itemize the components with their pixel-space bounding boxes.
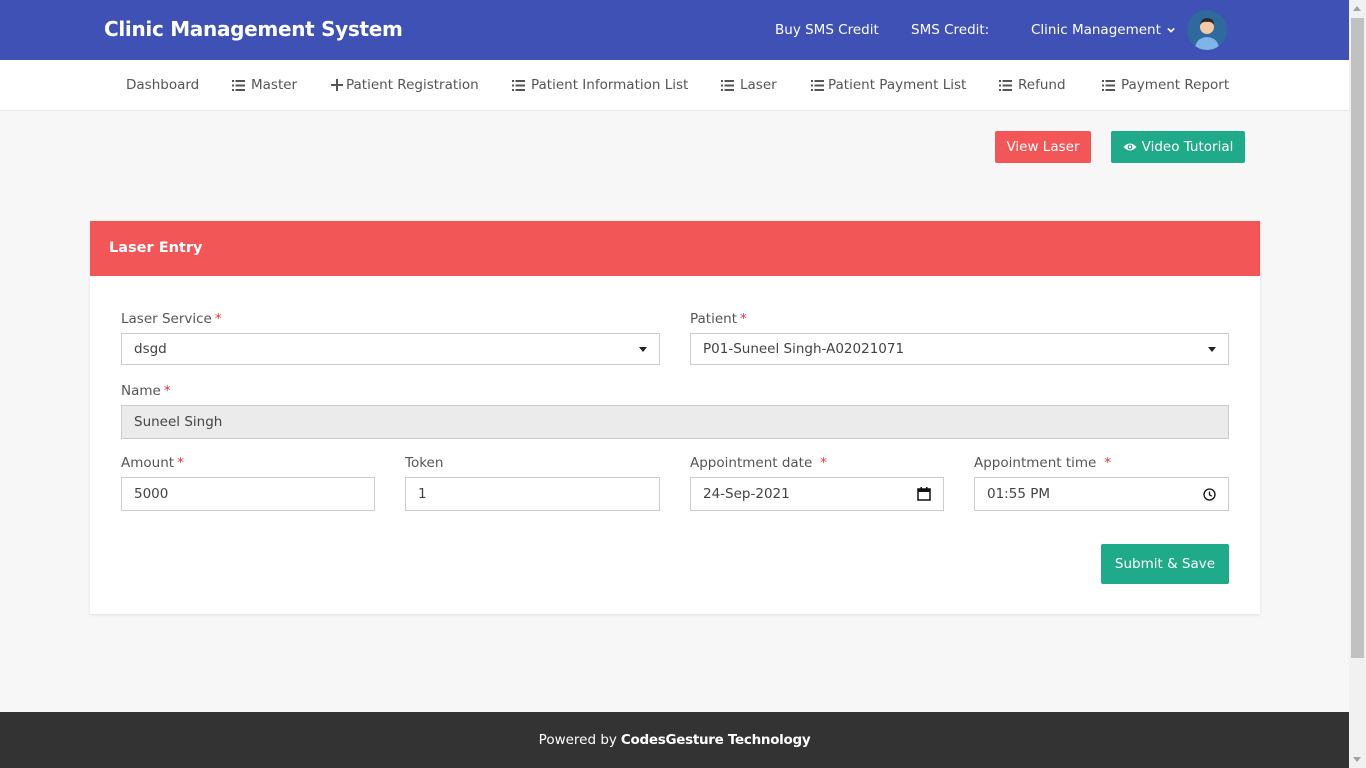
clock-icon[interactable] (1203, 487, 1216, 501)
appointment-time-value: 01:55 PM (987, 486, 1050, 502)
user-avatar-icon (1187, 10, 1227, 50)
required-mark: * (820, 455, 828, 471)
nav-label: Patient Information List (531, 77, 689, 93)
list-icon (721, 79, 734, 91)
card-header: Laser Entry (90, 221, 1260, 276)
nav-payment-report[interactable]: Payment Report (1102, 77, 1229, 93)
nav-label: Master (251, 77, 298, 93)
footer-prefix: Powered by (538, 732, 617, 748)
required-mark: * (163, 383, 171, 399)
token-input[interactable]: 1 (405, 477, 660, 511)
label-text: Name (121, 383, 161, 399)
nav-label: Patient Payment List (828, 77, 967, 93)
top-header: Clinic Management System Buy SMS Credit … (0, 0, 1349, 60)
caret-down-icon (639, 346, 647, 352)
laser-service-label: Laser Service * (121, 311, 222, 327)
submit-save-label: Submit & Save (1114, 556, 1216, 572)
label-text: Token (405, 455, 444, 471)
amount-input[interactable]: 5000 (121, 477, 375, 511)
user-menu-label: Clinic Management (1031, 22, 1161, 38)
token-value: 1 (418, 486, 427, 502)
vertical-scrollbar[interactable] (1349, 0, 1366, 768)
nav-label: Payment Report (1121, 77, 1230, 93)
eye-icon (1123, 143, 1137, 151)
appointment-date-label: Appointment date * (690, 455, 827, 471)
buy-sms-credit-link[interactable]: Buy SMS Credit (775, 22, 879, 38)
avatar[interactable] (1187, 10, 1227, 50)
list-icon (999, 79, 1012, 91)
sms-credit-link[interactable]: SMS Credit: (911, 22, 989, 38)
list-icon (1102, 79, 1115, 91)
patient-select[interactable]: P01-Suneel Singh-A02021071 (690, 333, 1229, 365)
laser-service-select[interactable]: dsgd (121, 333, 660, 365)
caret-down-icon (1208, 346, 1216, 352)
appointment-date-input[interactable]: 24-Sep-2021 (690, 477, 944, 511)
view-laser-button[interactable]: View Laser (995, 131, 1091, 163)
app-title[interactable]: Clinic Management System (104, 17, 403, 41)
user-menu-dropdown[interactable]: Clinic Management (1031, 22, 1175, 38)
required-mark: * (1104, 455, 1112, 471)
list-icon (512, 79, 525, 91)
nav-patient-registration[interactable]: Patient Registration (331, 77, 479, 93)
nav-label: Laser (740, 77, 777, 93)
name-label: Name * (121, 383, 171, 399)
nav-laser[interactable]: Laser (721, 77, 777, 93)
nav-dashboard[interactable]: Dashboard (126, 77, 199, 93)
nav-refund[interactable]: Refund (999, 77, 1066, 93)
list-icon (811, 79, 824, 91)
label-text: Amount (121, 455, 175, 471)
video-tutorial-label: Video Tutorial (1141, 139, 1234, 155)
required-mark: * (177, 455, 184, 471)
appointment-date-value: 24-Sep-2021 (703, 486, 790, 502)
amount-value: 5000 (134, 486, 169, 502)
scrollbar-thumb[interactable] (1351, 18, 1364, 658)
footer-company-link[interactable]: CodesGesture Technology (621, 732, 811, 748)
label-text: Appointment date (690, 455, 813, 471)
video-tutorial-button[interactable]: Video Tutorial (1111, 131, 1245, 163)
scroll-down-arrow-icon[interactable] (1353, 757, 1361, 762)
name-field: Suneel Singh (121, 405, 1229, 439)
list-icon (232, 79, 245, 91)
plus-icon (331, 79, 343, 91)
scroll-up-arrow-icon[interactable] (1353, 6, 1361, 11)
nav-label: Patient Registration (346, 77, 479, 93)
nav-patient-payment-list[interactable]: Patient Payment List (811, 77, 966, 93)
nav-patient-information-list[interactable]: Patient Information List (512, 77, 688, 93)
card-title: Laser Entry (109, 240, 203, 256)
laser-entry-card: Laser Entry Laser Service * dsgd Patient *… (90, 221, 1260, 614)
amount-label: Amount * (121, 455, 184, 471)
nav-label: Dashboard (126, 77, 200, 93)
name-value: Suneel Singh (134, 414, 223, 430)
token-label: Token (405, 455, 443, 471)
label-text: Laser Service (121, 311, 212, 327)
nav-master[interactable]: Master (232, 77, 297, 93)
nav-label: Refund (1018, 77, 1066, 93)
calendar-icon[interactable] (917, 487, 931, 501)
view-laser-label: View Laser (1006, 139, 1080, 155)
required-mark: * (740, 311, 747, 327)
laser-service-value: dsgd (134, 341, 167, 357)
patient-label: Patient * (690, 311, 747, 327)
label-text: Appointment time (974, 455, 1097, 471)
main-nav: Dashboard Master Patient Registration Pa… (0, 60, 1349, 111)
chevron-down-icon (1167, 27, 1175, 33)
appointment-time-input[interactable]: 01:55 PM (974, 477, 1229, 511)
patient-value: P01-Suneel Singh-A02021071 (703, 341, 905, 357)
footer: Powered by CodesGesture Technology (0, 712, 1349, 768)
required-mark: * (214, 311, 222, 327)
label-text: Patient (690, 311, 738, 327)
submit-save-button[interactable]: Submit & Save (1101, 544, 1229, 584)
appointment-time-label: Appointment time * (974, 455, 1111, 471)
